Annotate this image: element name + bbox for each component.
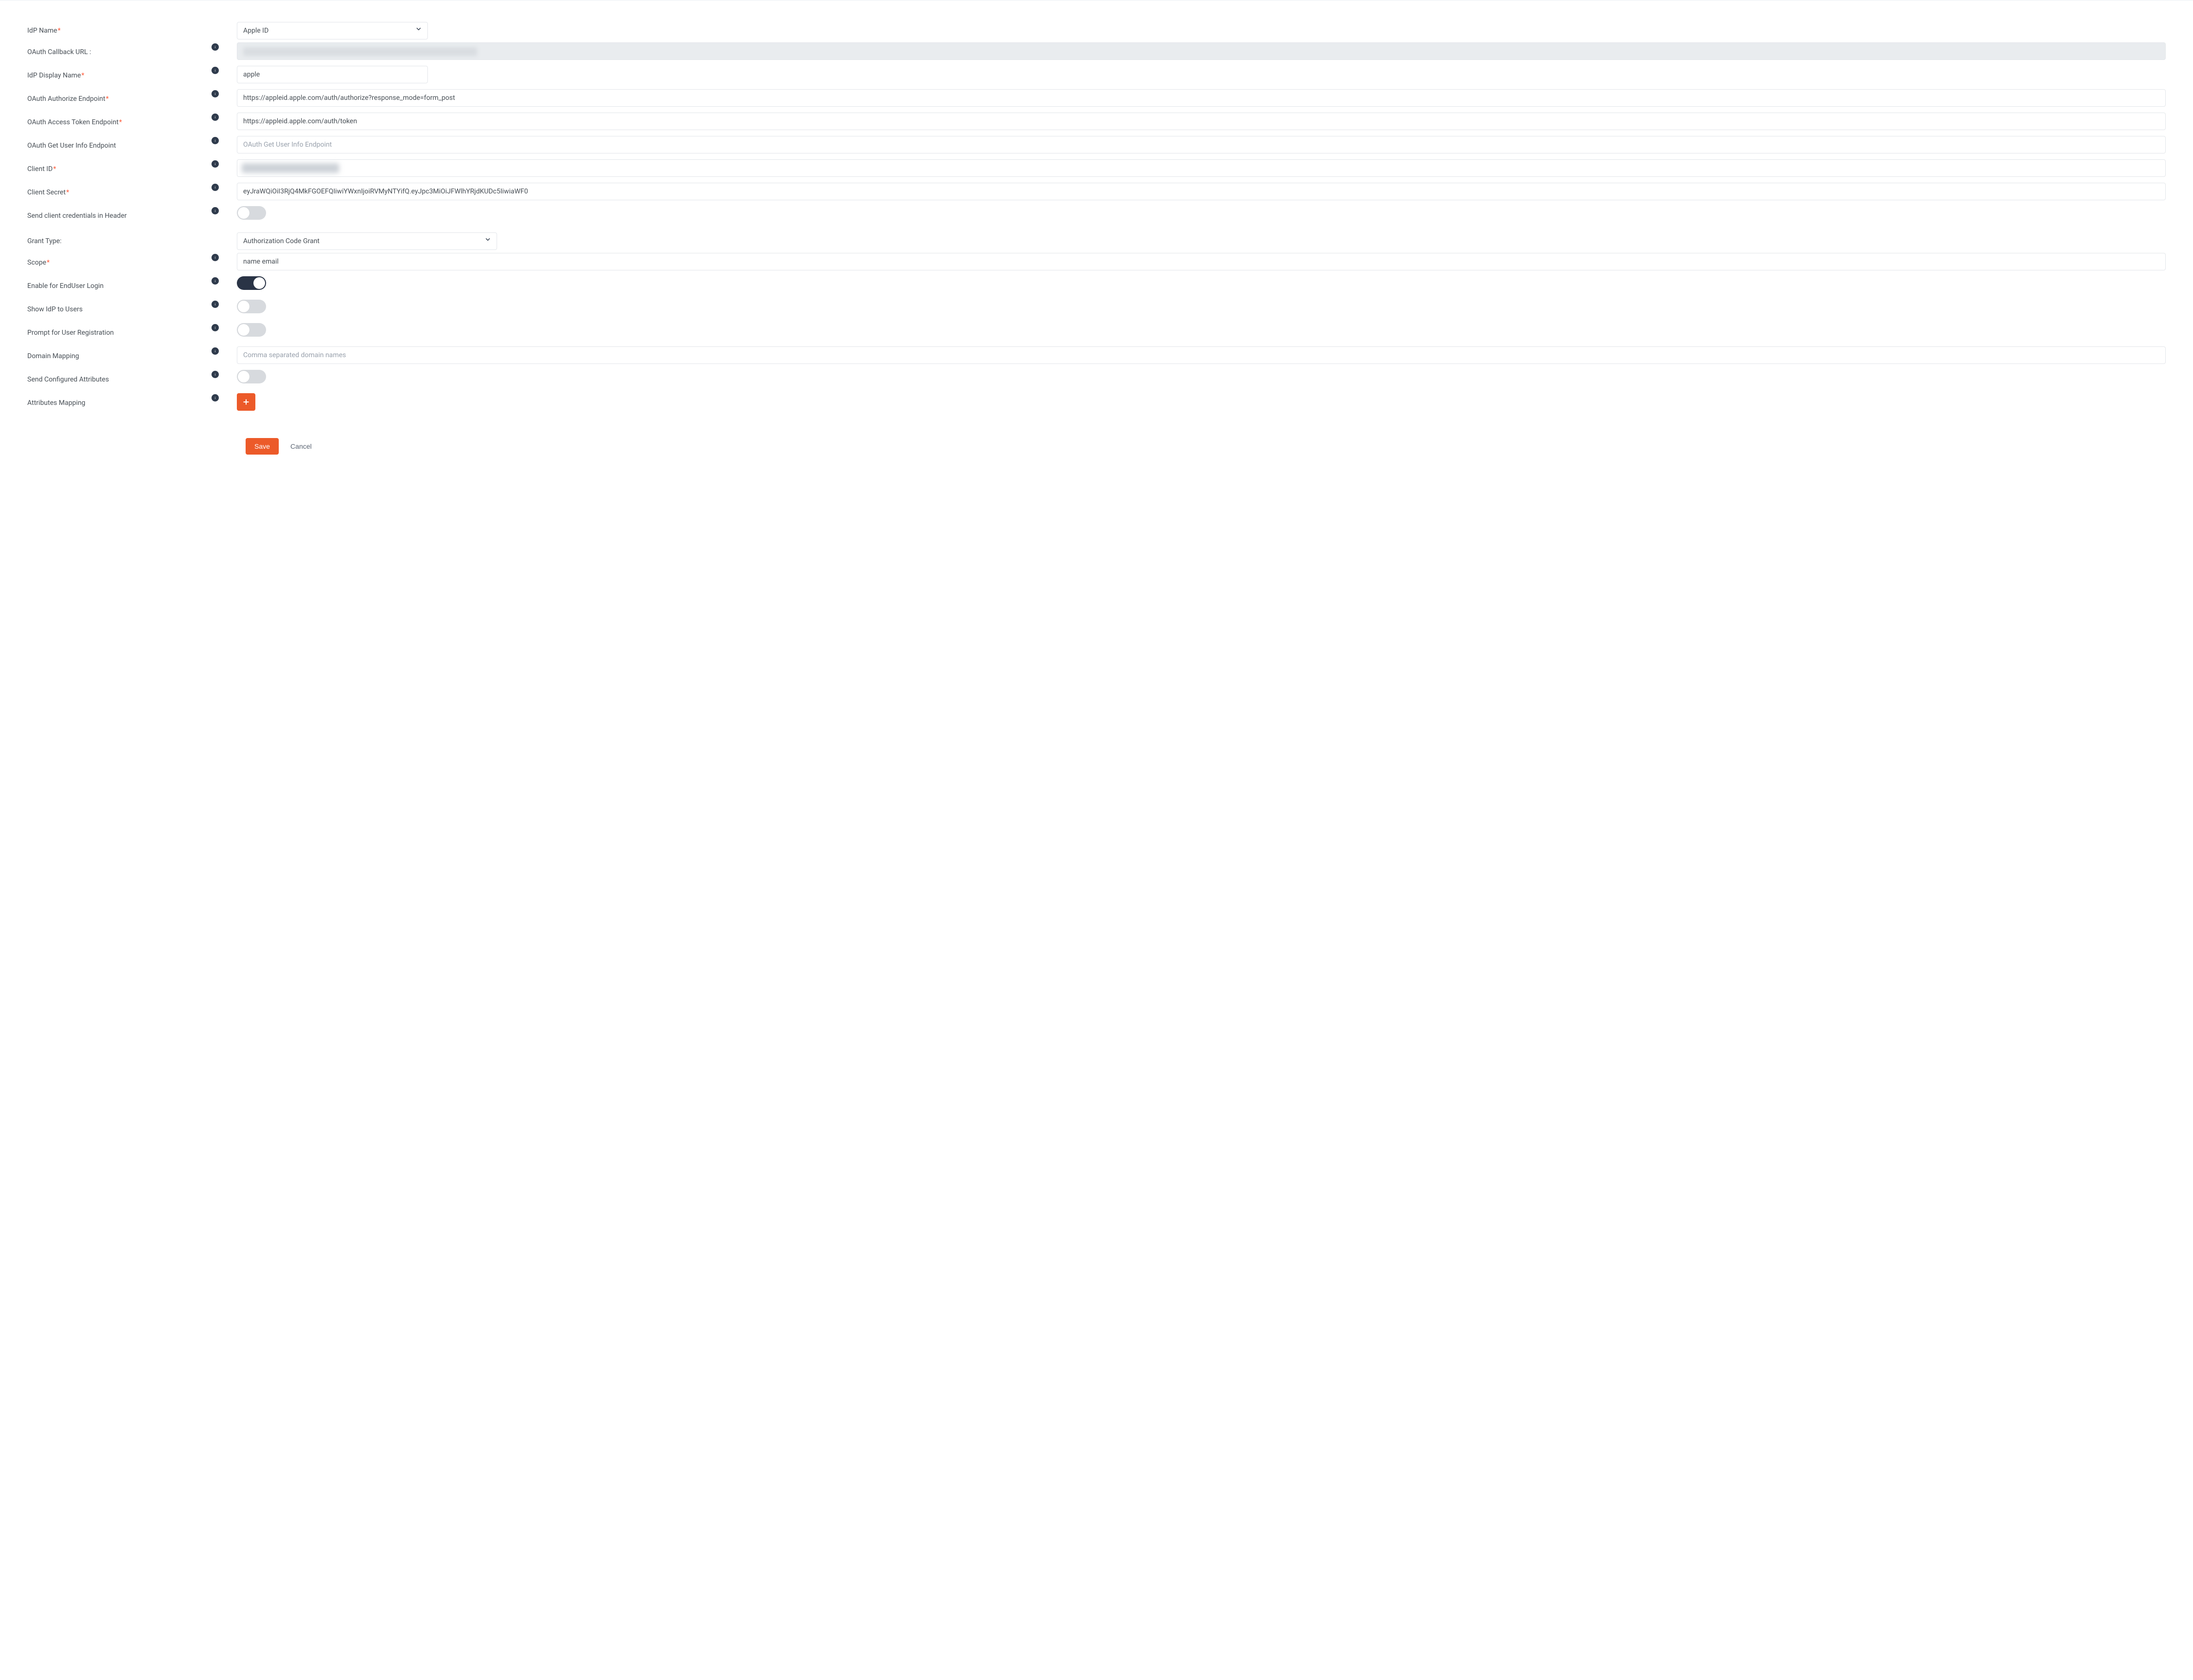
info-icon[interactable]: [212, 394, 219, 401]
info-icon[interactable]: [212, 137, 219, 144]
label-enduser-login: Enable for EndUser Login: [27, 276, 212, 291]
info-icon[interactable]: [212, 254, 219, 261]
toggle-enduser-login[interactable]: [237, 276, 266, 290]
label-attr-mapping: Attributes Mapping: [27, 393, 212, 408]
info-icon[interactable]: [212, 277, 219, 285]
label-idp-name: IdP Name*: [27, 26, 212, 36]
redacted-overlay: [242, 163, 339, 173]
label-prompt-reg: Prompt for User Registration: [27, 323, 212, 338]
label-cred-header: Send client credentials in Header: [27, 206, 212, 221]
info-icon[interactable]: [212, 347, 219, 355]
display-name-input[interactable]: [237, 66, 428, 83]
userinfo-endpoint-input[interactable]: [237, 136, 2166, 153]
info-icon[interactable]: [212, 207, 219, 214]
save-button[interactable]: Save: [246, 438, 279, 455]
token-endpoint-input[interactable]: [237, 113, 2166, 130]
idp-config-form: IdP Name* Apple ID OAuth Callback URL :: [0, 19, 2193, 455]
info-icon[interactable]: [212, 114, 219, 121]
domain-mapping-input[interactable]: [237, 346, 2166, 364]
label-scope: Scope*: [27, 253, 212, 268]
info-icon[interactable]: [212, 43, 219, 51]
info-icon[interactable]: [212, 90, 219, 97]
client-secret-input[interactable]: [237, 183, 2166, 200]
client-id-input[interactable]: [237, 159, 2166, 177]
grant-type-select[interactable]: Authorization Code Grant: [237, 232, 497, 250]
info-icon[interactable]: [212, 324, 219, 331]
label-display-name: IdP Display Name*: [27, 66, 212, 81]
label-send-attrs: Send Configured Attributes: [27, 370, 212, 385]
info-icon[interactable]: [212, 301, 219, 308]
toggle-send-attrs[interactable]: [237, 370, 266, 383]
toggle-prompt-reg[interactable]: [237, 323, 266, 337]
label-userinfo-endpoint: OAuth Get User Info Endpoint: [27, 136, 212, 151]
cancel-button[interactable]: Cancel: [290, 442, 312, 450]
label-client-secret: Client Secret*: [27, 183, 212, 198]
toggle-show-idp[interactable]: [237, 300, 266, 313]
info-icon[interactable]: [212, 184, 219, 191]
scope-input[interactable]: [237, 253, 2166, 270]
label-domain-mapping: Domain Mapping: [27, 346, 212, 362]
label-callback-url: OAuth Callback URL :: [27, 42, 212, 57]
info-icon[interactable]: [212, 371, 219, 378]
label-client-id: Client ID*: [27, 159, 212, 174]
toggle-cred-header[interactable]: [237, 206, 266, 220]
info-icon[interactable]: [212, 160, 219, 168]
label-grant-type: Grant Type:: [27, 236, 212, 247]
callback-url-field: [237, 42, 2166, 60]
label-authorize-endpoint: OAuth Authorize Endpoint*: [27, 89, 212, 104]
label-token-endpoint: OAuth Access Token Endpoint*: [27, 113, 212, 128]
info-icon[interactable]: [212, 67, 219, 74]
add-attribute-button[interactable]: [237, 393, 255, 411]
authorize-endpoint-input[interactable]: [237, 89, 2166, 107]
idp-name-select[interactable]: Apple ID: [237, 22, 428, 39]
label-show-idp: Show IdP to Users: [27, 300, 212, 315]
